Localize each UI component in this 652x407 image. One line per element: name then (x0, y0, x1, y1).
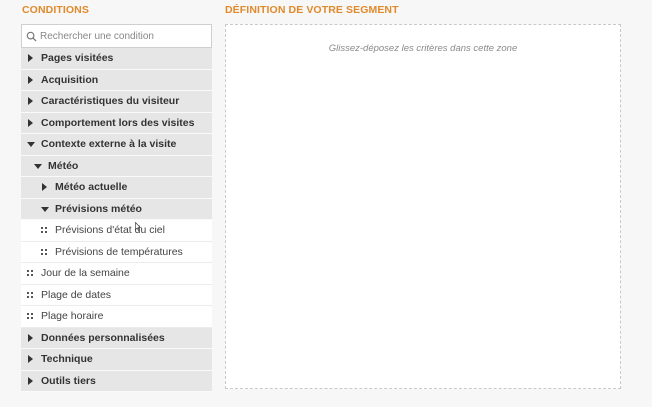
condition-label: Prévisions de températures (55, 245, 183, 258)
condition-label: Comportement lors des visites (41, 116, 195, 129)
condition-label: Plage horaire (41, 310, 104, 323)
condition-technique[interactable]: Technique (21, 349, 212, 371)
condition-meteo[interactable]: Météo (21, 155, 212, 177)
condition-label: Acquisition (41, 73, 99, 86)
condition-label: Outils tiers (41, 374, 96, 387)
condition-contexte-externe-a-la-visite[interactable]: Contexte externe à la visite (21, 134, 212, 156)
caret-down-icon[interactable] (34, 162, 42, 170)
condition-plage-horaire[interactable]: Plage horaire (21, 306, 212, 328)
condition-label: Prévisions météo (55, 202, 142, 215)
condition-pages-visitees[interactable]: Pages visitées (21, 48, 212, 70)
condition-plage-de-dates[interactable]: Plage de dates (21, 284, 212, 306)
condition-previsions-de-temperatures[interactable]: Prévisions de températures (21, 241, 212, 263)
search-icon (26, 31, 37, 42)
condition-jour-de-la-semaine[interactable]: Jour de la semaine (21, 263, 212, 285)
condition-meteo-actuelle[interactable]: Météo actuelle (21, 177, 212, 199)
condition-label: Météo actuelle (55, 181, 128, 194)
mouse-cursor-icon (135, 222, 141, 231)
condition-acquisition[interactable]: Acquisition (21, 69, 212, 91)
caret-right-icon[interactable] (27, 118, 34, 127)
segment-drop-zone[interactable]: Glissez-déposez les critères dans cette … (225, 24, 621, 389)
condition-caracteristiques-du-visiteur[interactable]: Caractéristiques du visiteur (21, 91, 212, 113)
drag-handle-icon[interactable] (27, 291, 33, 298)
condition-donnees-personnalisees[interactable]: Données personnalisées (21, 327, 212, 349)
condition-previsions-meteo[interactable]: Prévisions météo (21, 198, 212, 220)
caret-down-icon[interactable] (27, 140, 35, 148)
search-box[interactable] (21, 24, 212, 48)
caret-right-icon[interactable] (27, 97, 34, 106)
condition-previsions-d-etat-du-ciel[interactable]: Prévisions d'état du ciel (21, 220, 212, 242)
caret-right-icon[interactable] (27, 376, 34, 385)
segment-definition-title: DÉFINITION DE VOTRE SEGMENT (225, 4, 399, 16)
condition-label: Contexte externe à la visite (41, 138, 177, 151)
condition-outils-tiers[interactable]: Outils tiers (21, 370, 212, 392)
condition-label: Plage de dates (41, 288, 112, 301)
conditions-tree: Pages visitées Acquisition Caractéristique… (21, 48, 212, 392)
condition-label: Données personnalisées (41, 331, 165, 344)
caret-right-icon[interactable] (27, 54, 34, 63)
condition-label: Jour de la semaine (41, 267, 130, 280)
caret-right-icon[interactable] (27, 75, 34, 84)
condition-label: Météo (48, 159, 79, 172)
condition-comportement-lors-des-visites[interactable]: Comportement lors des visites (21, 112, 212, 134)
drop-hint: Glissez-déposez les critères dans cette … (328, 43, 518, 54)
caret-down-icon[interactable] (41, 205, 49, 213)
caret-right-icon[interactable] (27, 355, 34, 364)
conditions-title: CONDITIONS (22, 4, 89, 16)
condition-label: Pages visitées (41, 52, 114, 65)
condition-label: Technique (41, 353, 93, 366)
caret-right-icon[interactable] (27, 333, 34, 342)
caret-right-icon[interactable] (41, 183, 48, 192)
drag-handle-icon[interactable] (27, 313, 33, 320)
conditions-panel: Pages visitées Acquisition Caractéristique… (21, 24, 212, 392)
drag-handle-icon[interactable] (41, 227, 47, 234)
drag-handle-icon[interactable] (27, 270, 33, 277)
drag-handle-icon[interactable] (41, 248, 47, 255)
condition-label: Prévisions d'état du ciel (55, 224, 165, 237)
condition-label: Caractéristiques du visiteur (41, 95, 180, 108)
search-input[interactable] (40, 30, 200, 42)
